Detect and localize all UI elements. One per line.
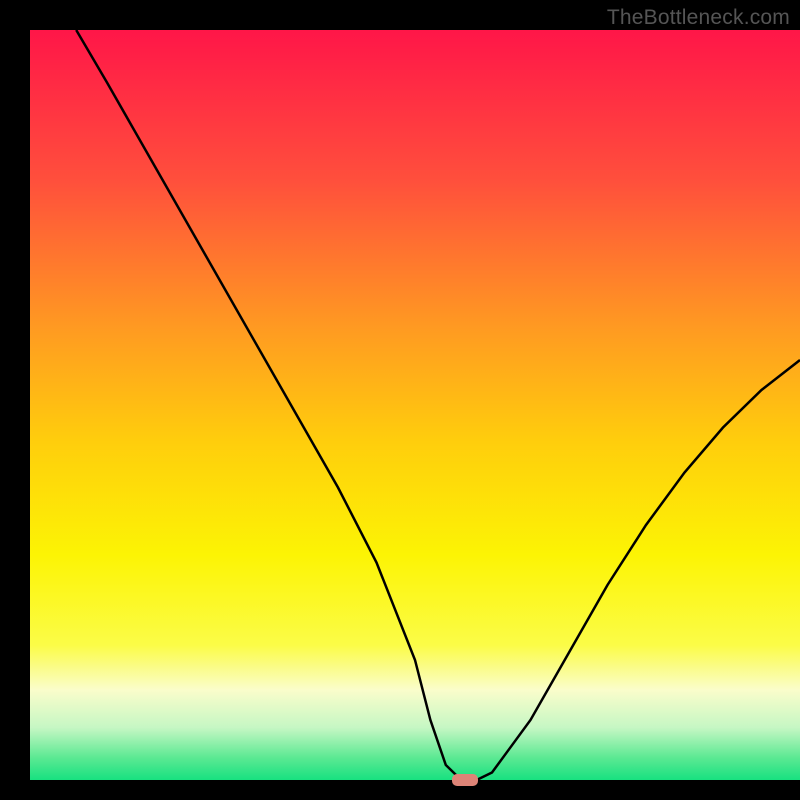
plot-background xyxy=(30,30,800,780)
watermark-text: TheBottleneck.com xyxy=(607,6,790,30)
minimum-marker xyxy=(452,774,478,786)
bottleneck-chart: TheBottleneck.com xyxy=(0,0,800,800)
chart-svg xyxy=(0,0,800,800)
